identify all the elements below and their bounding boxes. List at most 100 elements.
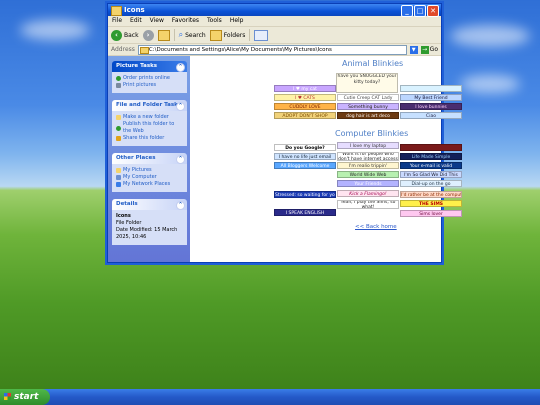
animal-blinkies-heading: Animal Blinkies: [342, 59, 404, 68]
blinkie-image[interactable]: All Bloggers Welcome: [274, 162, 336, 169]
folder-icon: [111, 6, 122, 16]
collapse-icon[interactable]: ^: [176, 155, 185, 164]
start-button[interactable]: start: [0, 389, 50, 405]
blinkie-image[interactable]: Work is for people who don't have intern…: [337, 152, 399, 161]
blinkie-image[interactable]: Something bunny: [337, 103, 399, 110]
blinkie-image[interactable]: have you SNUGGLED your kitty today?: [336, 73, 398, 93]
up-folder-button[interactable]: [157, 29, 170, 41]
task-share-folder[interactable]: Share this folder: [116, 135, 184, 142]
blinkie-image[interactable]: Your e-mail is valid: [400, 162, 462, 169]
blinkie-image[interactable]: Ciao: [400, 112, 462, 119]
window-titlebar[interactable]: Icons _ □ ✕: [108, 4, 441, 17]
search-label: Search: [185, 31, 206, 39]
place-my-pictures[interactable]: My Pictures: [116, 167, 184, 174]
taskbar: start: [0, 389, 540, 405]
address-bar: Address C:\Documents and Settings\Alice\…: [108, 44, 441, 56]
close-button[interactable]: ✕: [427, 5, 439, 17]
views-button[interactable]: [254, 29, 269, 41]
menu-help[interactable]: Help: [230, 16, 244, 26]
blinkie-image[interactable]: ADOPT DON'T SHOP: [274, 112, 336, 119]
blinkie-image[interactable]: World Wide Web: [337, 171, 399, 178]
blinkie-image[interactable]: I have no life just email: [274, 153, 336, 160]
picture-tasks-panel: Picture Tasks ^ Order prints online Prin…: [112, 61, 187, 93]
printer-icon: [116, 83, 121, 88]
menu-bar: File Edit View Favorites Tools Help: [108, 16, 441, 27]
file-folder-tasks-panel: File and Folder Tasks ^ Make a new folde…: [112, 100, 187, 146]
menu-file[interactable]: File: [112, 16, 122, 26]
address-dropdown-button[interactable]: ▼: [409, 45, 418, 54]
window-title: Icons: [124, 6, 145, 14]
menu-favorites[interactable]: Favorites: [172, 16, 199, 26]
blinkie-image[interactable]: I ♥ my cat: [274, 85, 336, 92]
minimize-button[interactable]: _: [401, 5, 413, 17]
go-arrow-icon: →: [420, 45, 429, 54]
start-label: start: [14, 392, 39, 402]
file-folder-tasks-header[interactable]: File and Folder Tasks ^: [112, 100, 187, 111]
search-button[interactable]: ⌕ Search: [179, 30, 206, 40]
blinkie-image[interactable]: Sims lover: [400, 210, 462, 217]
blinkie-image[interactable]: Stressed: so waiting for you: [274, 191, 336, 198]
task-publish-web[interactable]: Publish this folder to the Web: [116, 121, 184, 135]
collapse-icon[interactable]: ^: [176, 63, 185, 72]
pictures-folder-icon: [116, 168, 121, 173]
share-icon: [116, 136, 121, 141]
blinkie-image[interactable]: I love my laptop: [337, 142, 399, 149]
blinkie-image[interactable]: [400, 144, 462, 151]
go-label: Go: [429, 46, 438, 53]
task-print-pictures[interactable]: Print pictures: [116, 82, 184, 89]
collapse-icon[interactable]: ^: [176, 201, 185, 210]
go-button[interactable]: → Go: [420, 45, 438, 54]
other-places-panel: Other Places ^ My Pictures My Computer M…: [112, 153, 187, 192]
address-input[interactable]: C:\Documents and Settings\Alice\My Docum…: [137, 44, 407, 55]
task-pane: Picture Tasks ^ Order prints online Prin…: [108, 56, 190, 262]
globe-icon: [116, 76, 121, 81]
details-modified: Date Modified: 15 March 2025, 10:46: [116, 227, 178, 240]
collapse-icon[interactable]: ^: [176, 102, 185, 111]
picture-tasks-header[interactable]: Picture Tasks ^: [112, 61, 187, 72]
details-header[interactable]: Details ^: [112, 199, 187, 210]
blinkie-image[interactable]: Life Made Simple: [400, 153, 462, 160]
menu-view[interactable]: View: [150, 16, 164, 26]
blinkie-image[interactable]: I SPEAK ENGLISH: [274, 209, 336, 216]
blinkie-image[interactable]: [400, 85, 462, 92]
menu-edit[interactable]: Edit: [130, 16, 142, 26]
task-new-folder[interactable]: Make a new folder: [116, 114, 184, 121]
toolbar: ‹ Back › ⌕ Search Folders: [108, 27, 441, 44]
other-places-header[interactable]: Other Places ^: [112, 153, 187, 164]
back-arrow-icon: ‹: [111, 29, 122, 41]
blinkie-image[interactable]: I'm So Glad We Did This: [400, 171, 462, 178]
forward-button[interactable]: ›: [142, 29, 154, 41]
blinkie-image[interactable]: Kick a Flamingo!: [337, 190, 399, 197]
address-value: C:\Documents and Settings\Alice\My Docum…: [148, 46, 332, 53]
address-label: Address: [111, 46, 135, 53]
explorer-window: Icons _ □ ✕ File Edit View Favorites Too…: [107, 3, 462, 263]
blinkie-image[interactable]: CUDDLY LOVE: [274, 103, 336, 110]
blinkie-image[interactable]: Yeah, I play the Sims, so what!: [337, 200, 399, 209]
blinkie-image[interactable]: Dial-up on the go: [400, 180, 462, 187]
blinkie-image[interactable]: I love bunnies: [400, 103, 462, 110]
menu-tools[interactable]: Tools: [207, 16, 222, 26]
folder-icon: [139, 46, 149, 54]
back-button[interactable]: ‹ Back: [111, 29, 139, 41]
blinkie-image[interactable]: I ♥ CATS: [274, 94, 336, 101]
network-icon: [116, 182, 121, 187]
back-home-link[interactable]: << Back home: [355, 224, 397, 230]
blinkie-image[interactable]: I'm realio trippin': [337, 162, 399, 169]
maximize-button[interactable]: □: [414, 5, 426, 17]
new-folder-icon: [116, 115, 121, 120]
folders-button[interactable]: Folders: [209, 29, 245, 41]
place-my-network[interactable]: My Network Places: [116, 181, 184, 188]
task-order-prints[interactable]: Order prints online: [116, 75, 184, 82]
blinkie-image[interactable]: dog hair is art deco: [337, 112, 399, 119]
blinkie-image[interactable]: My Best Friend: [400, 94, 462, 101]
back-label: Back: [124, 31, 139, 39]
computer-icon: [116, 175, 121, 180]
blinkie-image[interactable]: Your Friends: [337, 180, 399, 187]
blinkie-image[interactable]: Cutie Creep CAT Lady: [337, 94, 399, 101]
folders-icon: [209, 29, 222, 41]
blinkie-image[interactable]: I'd rather be at the computer: [400, 191, 462, 198]
windows-logo-icon: [4, 393, 11, 400]
blinkie-image[interactable]: THE SIMS: [400, 200, 462, 207]
blinkie-image[interactable]: Do you Google?: [274, 144, 336, 151]
place-my-computer[interactable]: My Computer: [116, 174, 184, 181]
